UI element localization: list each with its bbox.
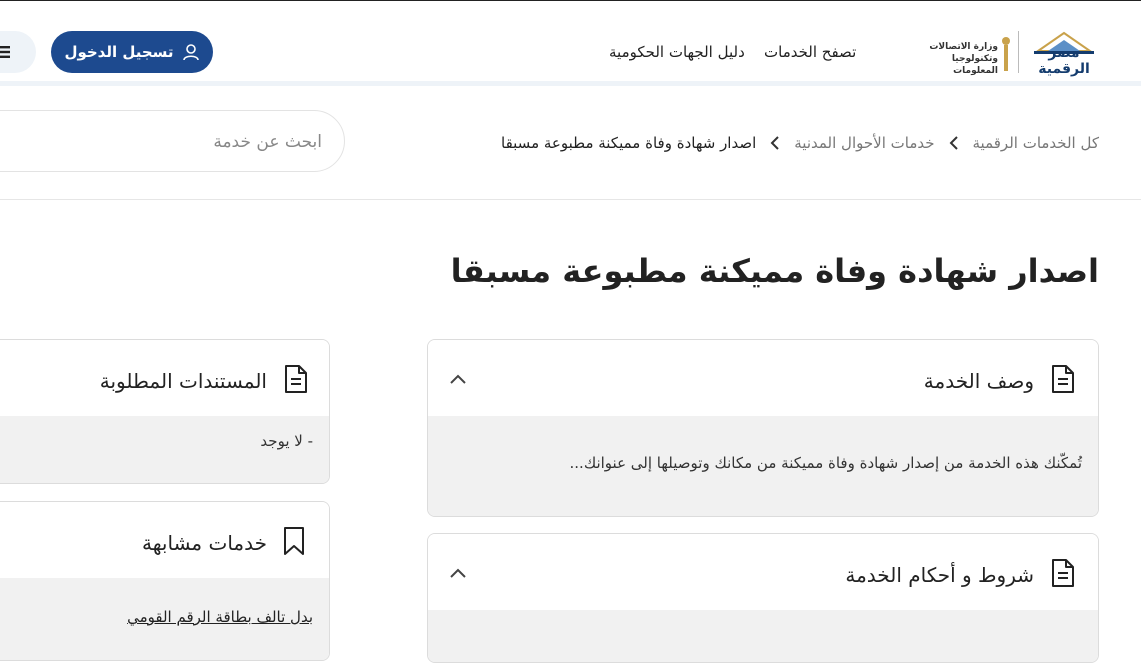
card-related-services: خدمات مشابهة بدل تالف بطاقة الرقم القومي [0,501,330,661]
card-body: بدل تالف بطاقة الرقم القومي [0,578,329,660]
documents-text: - لا يوجد [260,432,313,450]
breadcrumb-all-services[interactable]: كل الخدمات الرقمية [973,134,1099,152]
ministry-name-line2: وتكنولوجيا المعلومات [951,54,998,76]
card-header: المستندات المطلوبة [0,340,329,416]
nav-browse-services[interactable]: تصفح الخدمات [764,43,856,61]
ministry-logo[interactable]: وزارة الاتصالات وتكنولوجيا المعلومات [916,35,1012,76]
chevron-left-icon [949,136,958,150]
card-header[interactable]: وصف الخدمة [428,340,1098,416]
logo-divider [1018,31,1019,73]
digital-egypt-logo[interactable]: مصر الرقمية [1028,29,1100,77]
card-terms: شروط و أحكام الخدمة [427,533,1099,663]
user-icon [182,44,199,61]
card-service-description: وصف الخدمة تُمكّنك هذه الخدمة من إصدار ش… [427,339,1099,517]
document-icon [285,365,307,393]
related-service-link[interactable]: بدل تالف بطاقة الرقم القومي [127,608,313,626]
site-header: مصر الرقمية وزارة الاتصالات وتكنولوجيا ا… [0,1,1141,81]
bookmark-icon [284,527,304,555]
ministry-name-line1: وزارة الاتصالات [929,42,998,52]
document-icon [1052,365,1074,393]
breadcrumb: كل الخدمات الرقمية خدمات الأحوال المدنية… [501,134,1099,152]
nav-gov-directory[interactable]: دليل الجهات الحكومية [609,43,745,61]
page-title: اصدار شهادة وفاة مميكنة مطبوعة مسبقا [450,252,1099,290]
ministry-name: وزارة الاتصالات وتكنولوجيا المعلومات [918,41,998,77]
document-icon [1052,559,1074,587]
search-box[interactable] [0,110,345,172]
card-body: - لا يوجد [0,416,329,483]
logo-title: مصر الرقمية [1038,45,1090,77]
menu-button[interactable] [0,31,36,73]
card-body [428,610,1098,662]
menu-icon [0,46,10,58]
chevron-up-icon[interactable] [449,567,467,579]
card-title: المستندات المطلوبة [99,369,267,393]
card-title: شروط و أحكام الخدمة [845,563,1034,587]
card-header[interactable]: شروط و أحكام الخدمة [428,534,1098,610]
card-required-documents: المستندات المطلوبة - لا يوجد [0,339,330,484]
login-button[interactable]: تسجيل الدخول [51,31,213,73]
chevron-left-icon [770,136,779,150]
ministry-emblem-icon [1002,37,1010,71]
breadcrumb-current: اصدار شهادة وفاة مميكنة مطبوعة مسبقا [501,134,757,152]
card-title: وصف الخدمة [923,369,1034,393]
login-label: تسجيل الدخول [64,43,174,61]
service-description-text: تُمكّنك هذه الخدمة من إصدار شهادة وفاة م… [569,454,1082,472]
card-title: خدمات مشابهة [141,531,267,555]
breadcrumb-bar: كل الخدمات الرقمية خدمات الأحوال المدنية… [0,86,1141,200]
chevron-up-icon[interactable] [449,373,467,385]
breadcrumb-civil-status[interactable]: خدمات الأحوال المدنية [794,134,934,152]
search-input[interactable] [20,129,324,155]
card-header: خدمات مشابهة [0,502,329,578]
card-body: تُمكّنك هذه الخدمة من إصدار شهادة وفاة م… [428,416,1098,516]
